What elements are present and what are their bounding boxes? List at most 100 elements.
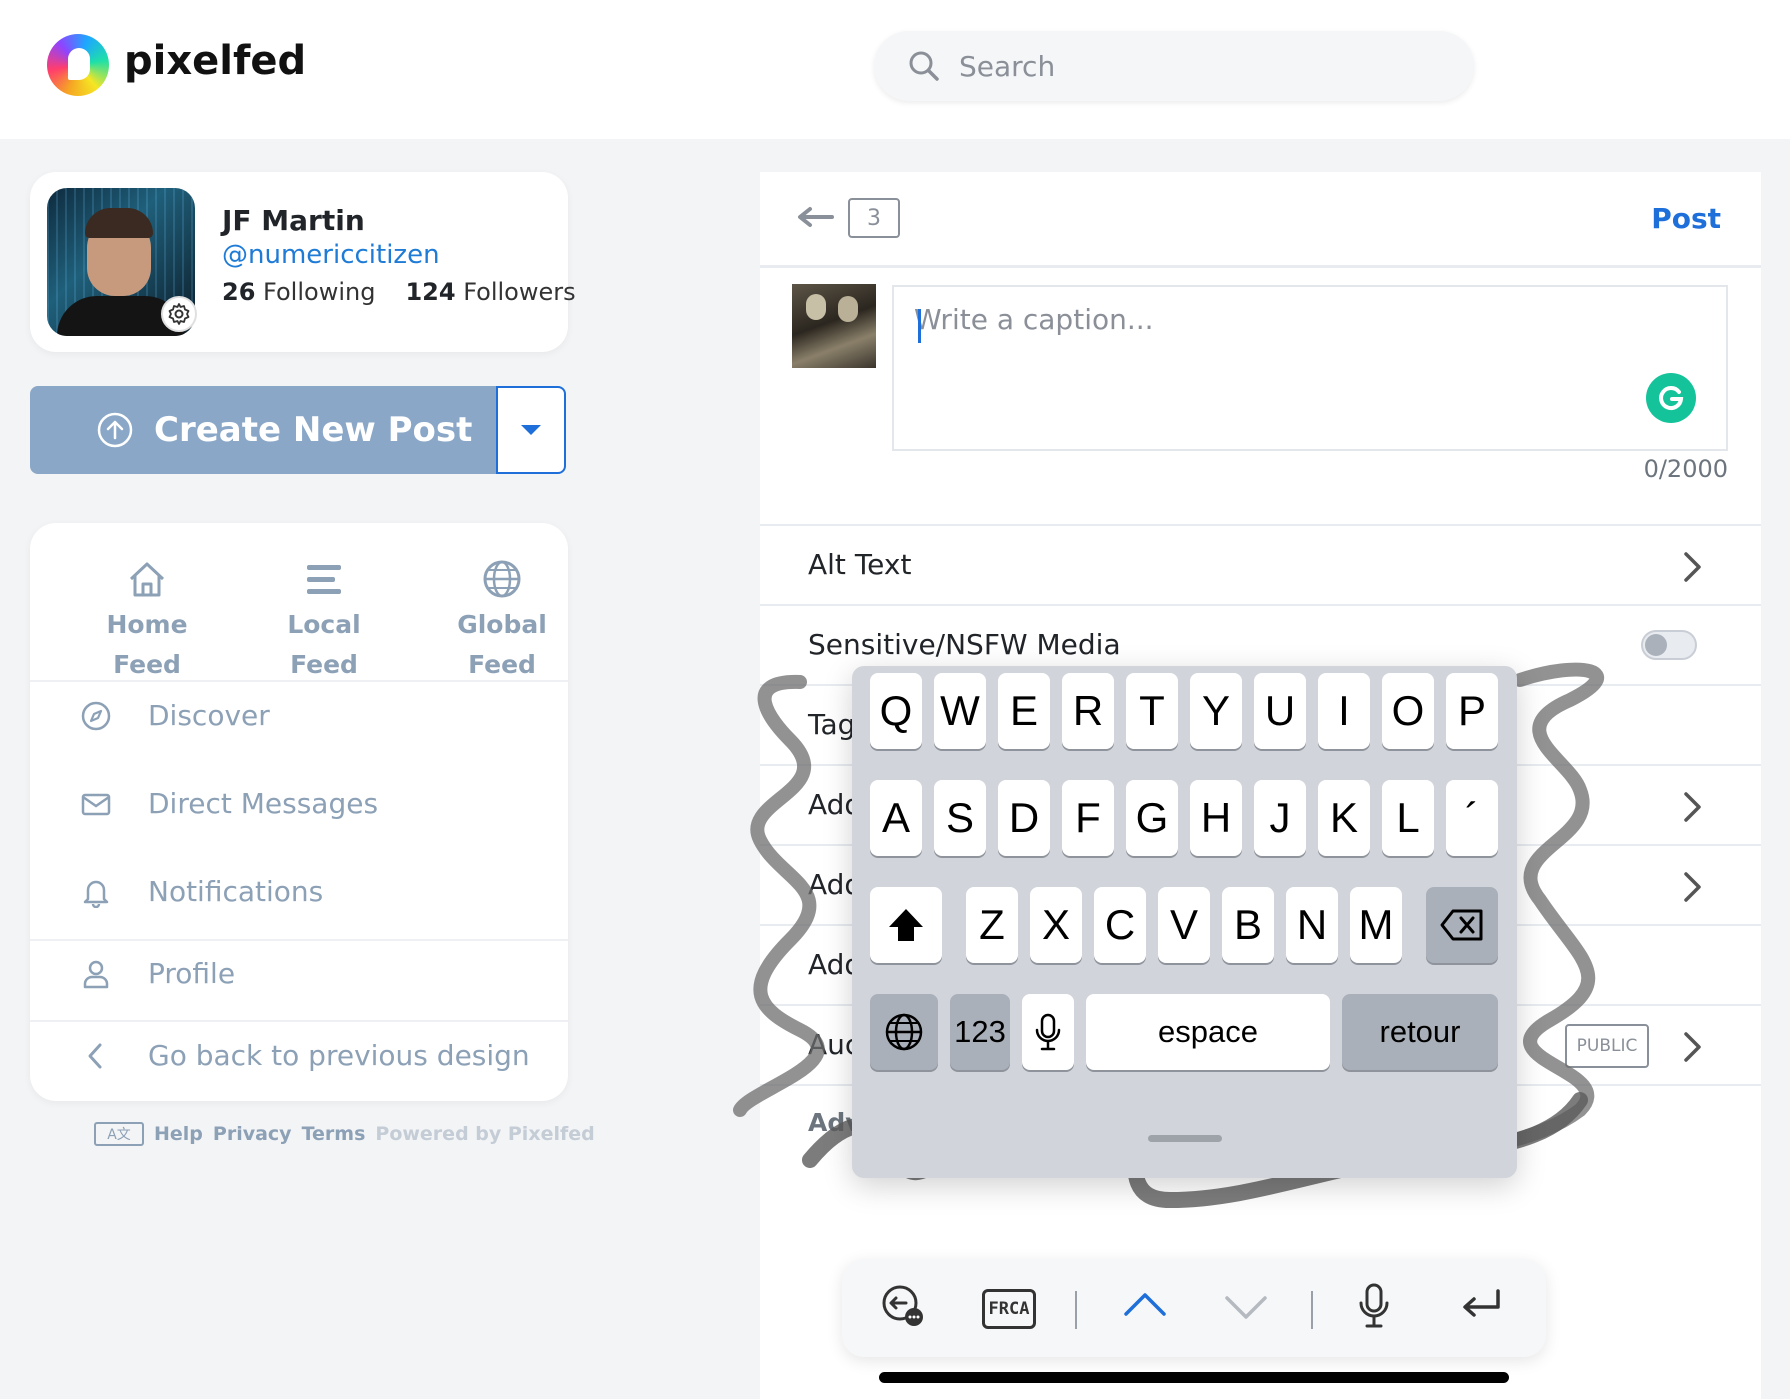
footer-powered-by[interactable]: Powered by Pixelfed: [375, 1123, 594, 1145]
app-name[interactable]: pixelfed: [124, 38, 306, 84]
key-r[interactable]: R: [1062, 673, 1114, 749]
grammarly-icon[interactable]: [1646, 373, 1696, 423]
alt-text-label: Alt Text: [808, 548, 912, 581]
caption-input[interactable]: [914, 303, 1614, 423]
tab-local-feed[interactable]: Local Feed: [249, 535, 399, 679]
key-n[interactable]: N: [1286, 887, 1338, 963]
nav-item-discover[interactable]: Discover: [80, 699, 270, 732]
home-feed-label-2: Feed: [113, 650, 181, 679]
footer-help-link[interactable]: Help: [154, 1123, 203, 1145]
separator: [1311, 1291, 1313, 1329]
gear-icon[interactable]: [161, 296, 197, 332]
back-arrow-icon[interactable]: [796, 202, 834, 232]
nav-item-profile[interactable]: Profile: [80, 957, 235, 990]
key-b[interactable]: B: [1222, 887, 1274, 963]
following-label[interactable]: Following: [263, 278, 375, 306]
home-indicator: [879, 1372, 1509, 1383]
key-e[interactable]: E: [998, 673, 1050, 749]
search-input[interactable]: [959, 47, 1439, 85]
key-m[interactable]: M: [1350, 887, 1402, 963]
local-feed-label-2: Feed: [290, 650, 358, 679]
dictation-key[interactable]: [1022, 994, 1074, 1070]
nav-label-direct-messages: Direct Messages: [148, 787, 379, 820]
followers-count[interactable]: 124: [405, 278, 455, 306]
key-q[interactable]: Q: [870, 673, 922, 749]
key-a[interactable]: A: [870, 780, 922, 856]
nav-label-previous-design: Go back to previous design: [148, 1039, 530, 1072]
audience-public-badge: PUBLIC: [1565, 1024, 1649, 1068]
divider: [30, 939, 568, 941]
space-key[interactable]: espace: [1086, 994, 1330, 1070]
key-l[interactable]: L: [1382, 780, 1434, 856]
create-new-post-button[interactable]: Create New Post: [30, 386, 496, 474]
post-button[interactable]: Post: [1651, 202, 1721, 235]
row-alt-text[interactable]: Alt Text: [760, 524, 1761, 604]
microphone-icon[interactable]: [1356, 1281, 1392, 1331]
key-y[interactable]: Y: [1190, 673, 1242, 749]
nav-item-direct-messages[interactable]: Direct Messages: [80, 787, 378, 820]
footer-privacy-link[interactable]: Privacy: [213, 1123, 292, 1145]
globe-icon: [885, 1013, 923, 1051]
key-d[interactable]: D: [998, 780, 1050, 856]
key-s[interactable]: S: [934, 780, 986, 856]
key-j[interactable]: J: [1254, 780, 1306, 856]
key-i[interactable]: I: [1318, 673, 1370, 749]
nav-item-notifications[interactable]: Notifications: [80, 875, 323, 908]
nav-item-previous-design[interactable]: Go back to previous design: [80, 1039, 530, 1072]
user-icon: [83, 960, 109, 988]
backspace-key[interactable]: [1426, 887, 1498, 963]
chevron-left-icon: [88, 1043, 102, 1068]
key-acute[interactable]: ´: [1446, 780, 1498, 856]
followers-label[interactable]: Followers: [463, 278, 575, 306]
nav-label-profile: Profile: [148, 957, 236, 990]
key-k[interactable]: K: [1318, 780, 1370, 856]
chevron-right-icon: [1684, 792, 1701, 822]
key-x[interactable]: X: [1030, 887, 1082, 963]
key-u[interactable]: U: [1254, 673, 1306, 749]
separator: [1075, 1291, 1077, 1329]
shift-key[interactable]: [870, 887, 942, 963]
key-v[interactable]: V: [1158, 887, 1210, 963]
key-o[interactable]: O: [1382, 673, 1434, 749]
chevron-down-icon[interactable]: [1223, 1281, 1269, 1331]
chevron-right-icon: [1684, 1032, 1701, 1062]
create-options-dropdown[interactable]: [496, 386, 566, 474]
profile-card: JF Martin @numericcitizen 26 Following 12…: [30, 172, 576, 352]
profile-stats: 26 Following 124 Followers: [222, 278, 576, 306]
tab-home-feed[interactable]: Home Feed: [72, 535, 222, 679]
footer-links: A文 Help Privacy Terms Powered by Pixelfe…: [94, 1122, 595, 1146]
undo-emoji-icon[interactable]: [878, 1281, 928, 1331]
key-h[interactable]: H: [1190, 780, 1242, 856]
sensitive-media-toggle[interactable]: [1641, 630, 1697, 660]
return-icon[interactable]: [1458, 1281, 1504, 1331]
chevron-up-icon[interactable]: [1122, 1281, 1168, 1331]
pixelfed-logo-icon[interactable]: [47, 34, 109, 96]
globe-key[interactable]: [870, 994, 938, 1070]
return-key[interactable]: retour: [1342, 994, 1498, 1070]
following-count[interactable]: 26: [222, 278, 255, 306]
key-z[interactable]: Z: [966, 887, 1018, 963]
translate-icon[interactable]: A文: [94, 1122, 144, 1146]
profile-name[interactable]: JF Martin: [222, 204, 365, 237]
keyboard-accessory-bar: FRCA: [842, 1259, 1546, 1357]
media-thumbnail[interactable]: [792, 284, 876, 368]
navigation-card: Home Feed Local Feed Global Feed Discove…: [30, 523, 568, 1101]
sensitive-media-label: Sensitive/NSFW Media: [808, 628, 1121, 661]
key-f[interactable]: F: [1062, 780, 1114, 856]
profile-handle[interactable]: @numericcitizen: [222, 240, 440, 270]
search-bar[interactable]: [874, 31, 1474, 101]
tab-global-feed[interactable]: Global Feed: [427, 535, 577, 679]
key-w[interactable]: W: [934, 673, 986, 749]
global-feed-label-2: Feed: [468, 650, 536, 679]
keyboard-layout-button[interactable]: FRCA: [982, 1289, 1036, 1329]
key-t[interactable]: T: [1126, 673, 1178, 749]
numbers-key[interactable]: 123: [950, 994, 1010, 1070]
bell-icon: [83, 880, 109, 908]
caption-field[interactable]: [892, 285, 1728, 451]
footer-terms-link[interactable]: Terms: [302, 1123, 366, 1145]
keyboard-drag-handle[interactable]: [1148, 1135, 1222, 1142]
key-c[interactable]: C: [1094, 887, 1146, 963]
key-p[interactable]: P: [1446, 673, 1498, 749]
key-g[interactable]: G: [1126, 780, 1178, 856]
chevron-right-icon: [1684, 552, 1701, 582]
